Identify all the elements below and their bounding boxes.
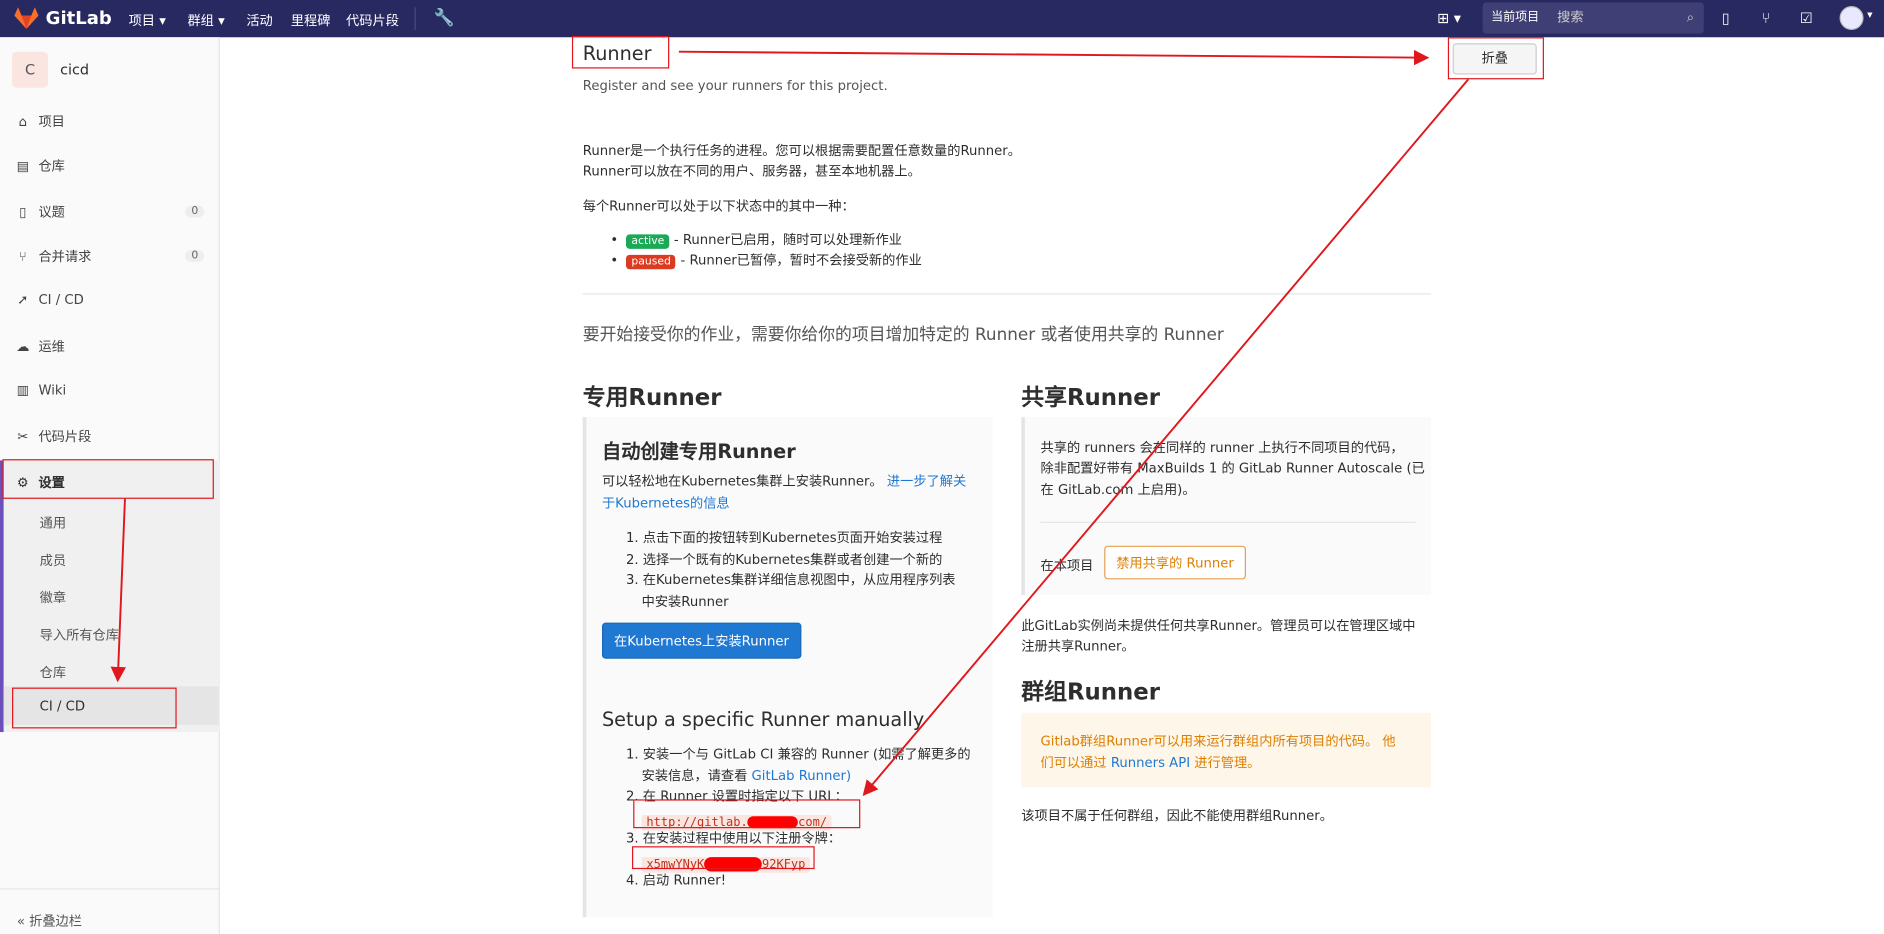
- annotation-arrows: [110, 49, 1470, 797]
- annotation-arrow: [678, 49, 1430, 66]
- annotation-arrow: [862, 78, 1470, 797]
- annotation-arrow: [110, 498, 126, 683]
